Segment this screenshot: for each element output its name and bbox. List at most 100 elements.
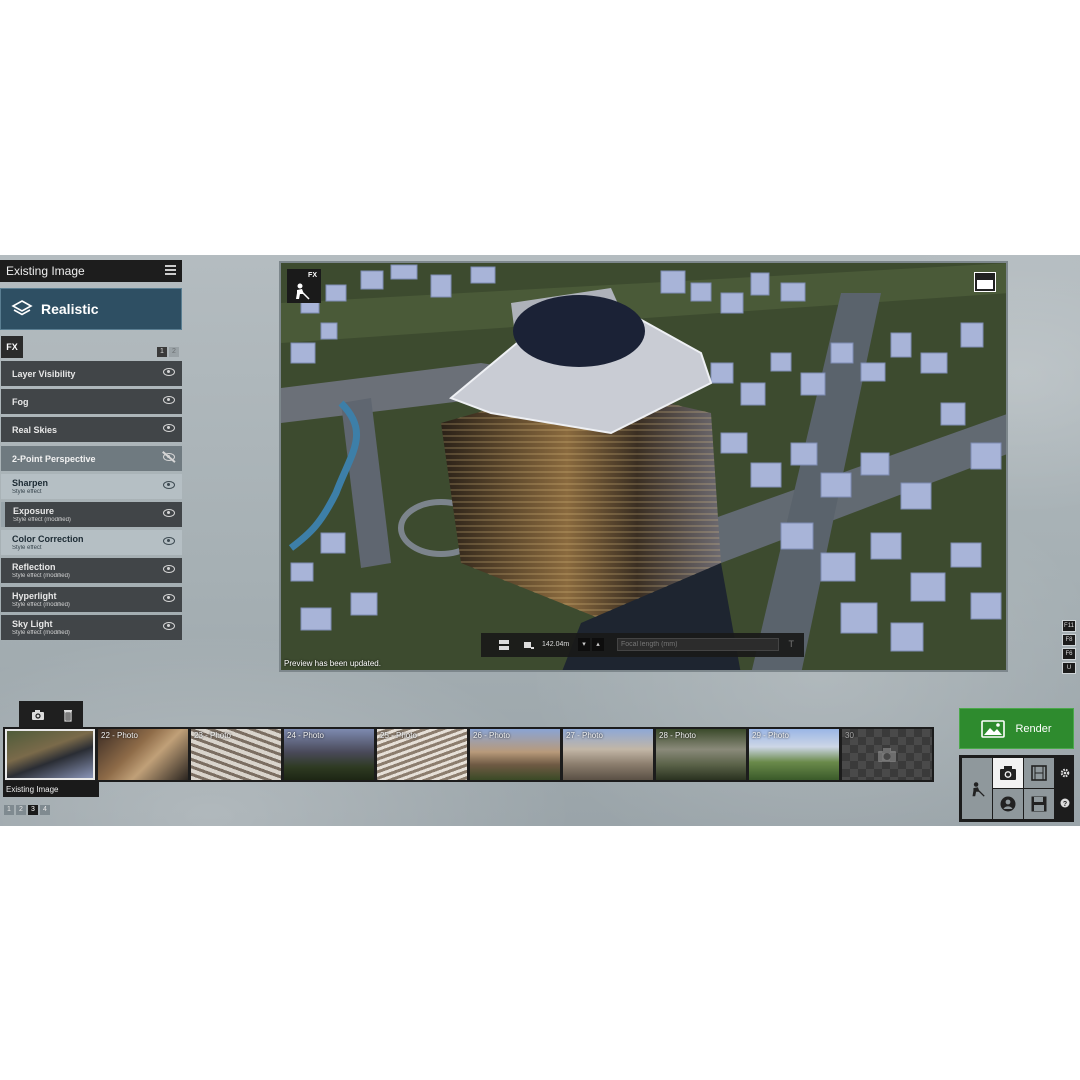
fx-item-sublabel: Style effect (modified) (12, 601, 70, 608)
eye-icon[interactable] (163, 424, 175, 433)
add-shot-camera-icon[interactable] (31, 708, 45, 722)
thumbnail-label: 22 - Photo (101, 731, 138, 740)
fx-item-real-skies[interactable]: Real Skies (1, 417, 182, 443)
style-selector[interactable]: Realistic (0, 288, 182, 330)
fx-item-color-correction[interactable]: Color Correction Style effect (1, 530, 182, 556)
panel-title-bar: Existing Image (0, 260, 182, 282)
thumbnail-26-photo[interactable]: 26 - Photo (470, 729, 560, 780)
fx-mode-badge[interactable]: FX (287, 269, 321, 303)
fx-item-sharpen[interactable]: Sharpen Style effect (1, 473, 182, 499)
worker-icon (972, 782, 985, 797)
fx-item-exposure[interactable]: Exposure Style effect (modified) (1, 501, 182, 527)
fx-item-hyperlight[interactable]: Hyperlight Style effect (modified) (1, 586, 182, 612)
fx-item-label: Hyperlight (12, 590, 57, 601)
fx-item-sublabel: Style effect (modified) (12, 629, 70, 636)
thumbnail-label: 29 - Photo (752, 731, 789, 740)
thumbnail-24-photo[interactable]: 24 - Photo (284, 729, 374, 780)
fx-item-reflection[interactable]: Reflection Style effect (modified) (1, 558, 182, 584)
render-viewport[interactable]: FX 142.04m ▾ ▴ T Preview has been update… (279, 261, 1008, 672)
fx-item-layer-visibility[interactable]: Layer Visibility (1, 361, 182, 386)
strip-page-1[interactable]: 1 (4, 805, 14, 815)
fx-item-sublabel: Style effect (12, 488, 42, 495)
hotkey-f6[interactable]: F6 (1062, 648, 1076, 660)
eye-icon[interactable] (163, 621, 175, 630)
camera-distance-value: 142.04m (542, 641, 570, 648)
fx-item-2-point-perspective[interactable]: 2-Point Perspective (1, 445, 182, 471)
tilt-icon[interactable]: T (789, 639, 795, 649)
photo-mode-button[interactable] (993, 758, 1023, 788)
thumbnail-label: 30 (845, 731, 854, 740)
help-icon[interactable]: ? (1060, 798, 1070, 808)
camera-placeholder-icon (878, 748, 896, 762)
strip-page-2[interactable]: 2 (16, 805, 26, 815)
focal-length-input[interactable] (617, 638, 779, 651)
fx-item-label: 2-Point Perspective (12, 453, 96, 464)
gear-icon[interactable] (1060, 768, 1070, 778)
fx-item-sublabel: Style effect (modified) (12, 573, 70, 580)
fx-item-label: Color Correction (12, 534, 84, 545)
thumbnail-25-photo[interactable]: 25 - Photo (377, 729, 467, 780)
thumbnail-label: 28 - Photo (659, 731, 696, 740)
shot-strip: 22 - Photo 23 - Photo 24 - Photo 25 - Ph… (3, 727, 934, 782)
eye-icon[interactable] (163, 480, 175, 489)
fx-item-fog[interactable]: Fog (1, 389, 182, 415)
panorama-mode-button[interactable] (993, 789, 1023, 819)
fx-page-1[interactable]: 1 (157, 347, 167, 357)
thumbnail-existing-image[interactable] (5, 729, 95, 780)
thumbnail-23-photo[interactable]: 23 - Photo (191, 729, 281, 780)
strip-page-4[interactable]: 4 (40, 805, 50, 815)
delete-shot-trash-icon[interactable] (61, 708, 75, 722)
scene-preview (281, 263, 1006, 670)
eye-icon[interactable] (163, 508, 175, 517)
eye-icon[interactable] (163, 593, 175, 602)
hotkey-list: F11 F8 F6 U (1062, 620, 1076, 674)
fx-effect-list: Layer Visibility Fog Real Skies 2-Point … (1, 361, 182, 643)
thumbnail-28-photo[interactable]: 28 - Photo (656, 729, 746, 780)
style-name: Realistic (41, 301, 99, 317)
fx-page-2[interactable]: 2 (169, 347, 179, 357)
eye-icon[interactable] (163, 368, 175, 376)
preview-toggle-button[interactable] (974, 272, 996, 292)
thumbnail-label: 23 - Photo (194, 731, 231, 740)
eye-icon[interactable] (163, 537, 175, 546)
thumbnail-22-photo[interactable]: 22 - Photo (98, 729, 188, 780)
fx-pagination: 1 2 (157, 347, 179, 357)
worker-icon (296, 283, 310, 300)
thumbnail-label: 24 - Photo (287, 731, 324, 740)
thumbnail-27-photo[interactable]: 27 - Photo (563, 729, 653, 780)
fx-tab[interactable]: FX (1, 336, 23, 358)
thumbnail-label: 27 - Photo (566, 731, 603, 740)
distance-decrease-button[interactable]: ▾ (578, 638, 590, 651)
render-picture-icon (981, 719, 1006, 738)
thumbnail-29-photo[interactable]: 29 - Photo (749, 729, 839, 780)
camera-distance-icon[interactable] (523, 639, 535, 651)
fx-item-label: Layer Visibility (12, 369, 76, 379)
render-button[interactable]: Render (959, 708, 1074, 749)
fx-item-label: Sharpen (12, 477, 49, 488)
app-window: Existing Image Realistic FX 1 2 Layer Vi… (0, 255, 1080, 826)
film-icon (1031, 765, 1047, 781)
render-label: Render (1015, 722, 1052, 735)
hotkey-f8[interactable]: F8 (1062, 634, 1076, 646)
fx-item-sublabel: Style effect (12, 545, 42, 552)
distance-increase-button[interactable]: ▴ (592, 638, 604, 651)
build-mode-button[interactable] (962, 758, 992, 819)
menu-icon[interactable] (165, 265, 176, 275)
svg-text:?: ? (1063, 801, 1067, 808)
camera-height-icon[interactable] (498, 639, 510, 651)
save-button[interactable] (1024, 789, 1054, 819)
fx-badge-label: FX (308, 272, 317, 279)
hotkey-u[interactable]: U (1062, 662, 1076, 674)
strip-page-3[interactable]: 3 (28, 805, 38, 815)
hotkey-f11[interactable]: F11 (1062, 620, 1076, 632)
movie-mode-button[interactable] (1024, 758, 1054, 788)
layers-icon (11, 300, 33, 316)
eye-off-icon[interactable] (163, 452, 175, 461)
eye-icon[interactable] (163, 565, 175, 574)
fx-item-sky-light[interactable]: Sky Light Style effect (modified) (1, 614, 182, 640)
camera-toolbar: 142.04m ▾ ▴ T (481, 633, 804, 657)
eye-icon[interactable] (163, 396, 175, 405)
fx-item-label: Real Skies (12, 425, 58, 436)
thumbnail-30-empty[interactable]: 30 (842, 729, 932, 780)
thumbnail-label: 25 - Photo (380, 731, 417, 740)
